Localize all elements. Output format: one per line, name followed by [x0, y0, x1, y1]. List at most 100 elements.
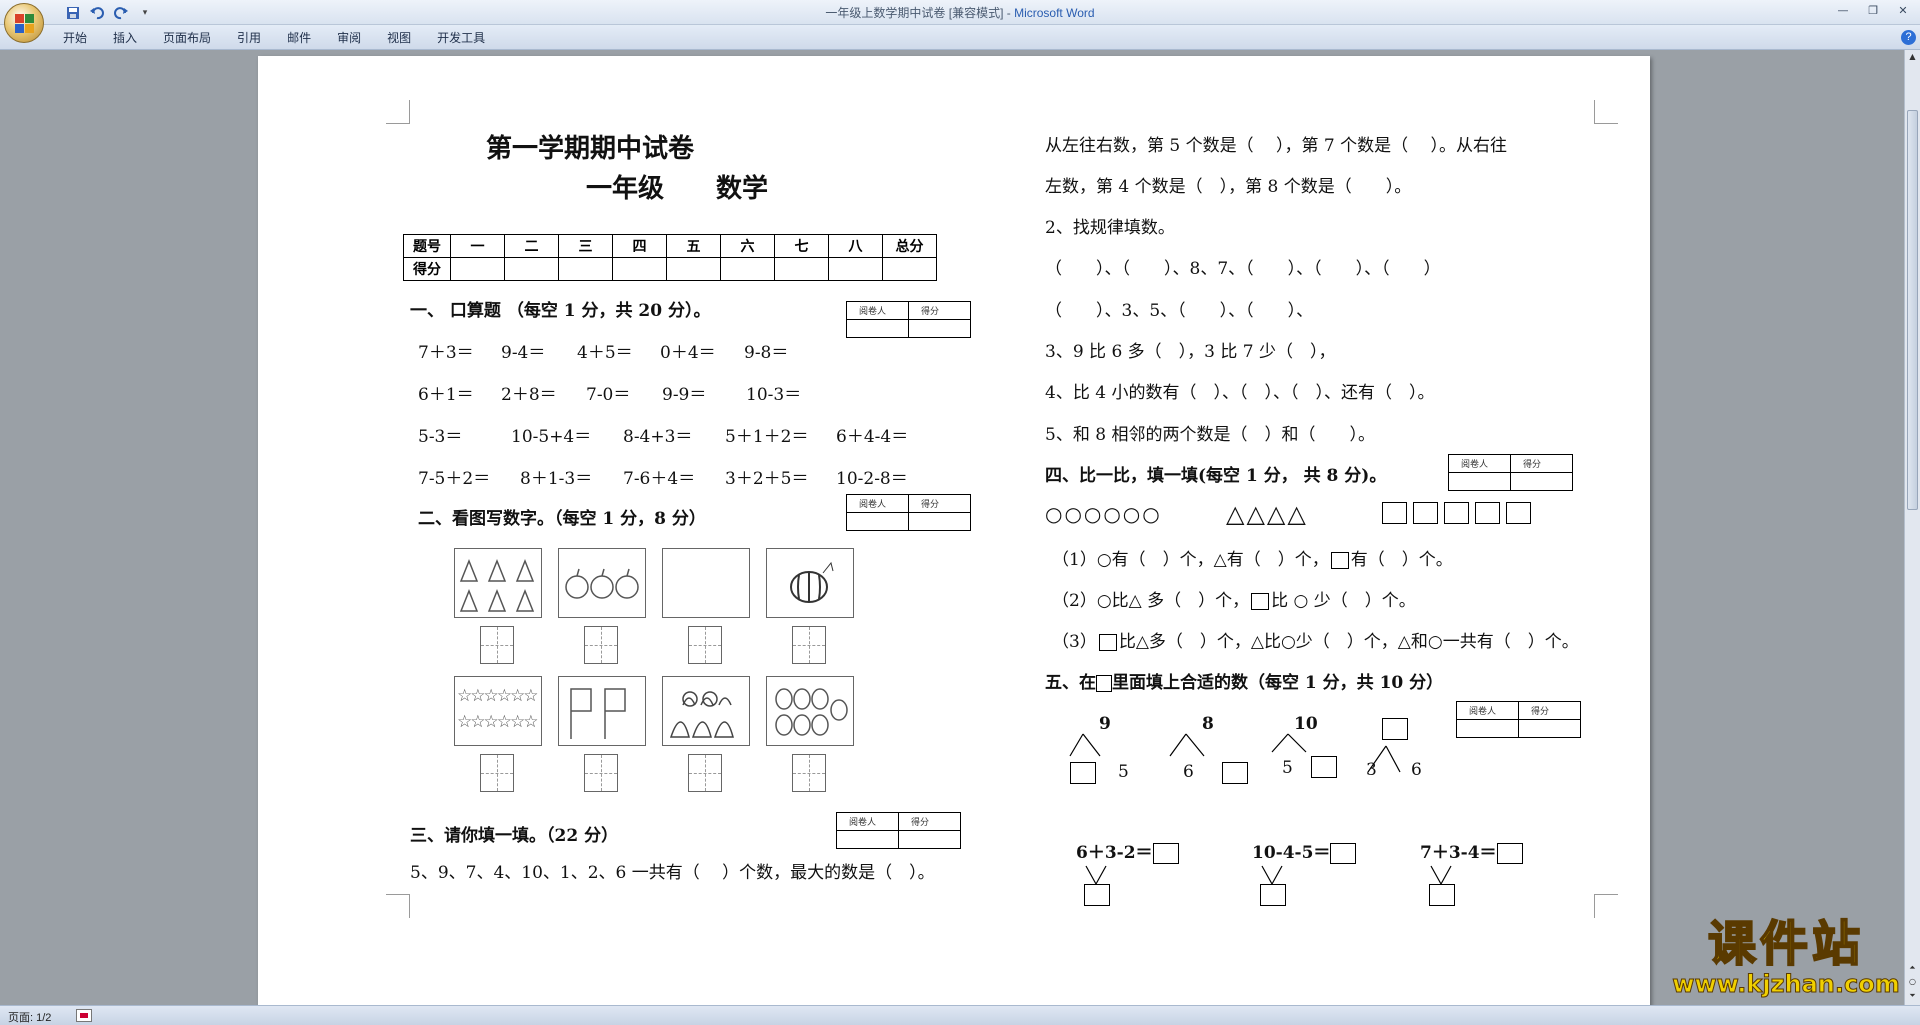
- answer-box[interactable]: [584, 754, 618, 792]
- score-cell[interactable]: [450, 257, 505, 281]
- grader-cell[interactable]: [1510, 472, 1573, 491]
- section1-heading: 一、 口算题 （每空 1 分，共 20 分）。: [410, 301, 711, 321]
- pattern-row: （ ）、3、5、（ ）、（ ）、: [1045, 301, 1314, 321]
- grader-label: 得分: [908, 301, 971, 320]
- tree-top: 9: [1099, 714, 1111, 734]
- tab-page-layout[interactable]: 页面布局: [150, 30, 224, 46]
- score-cell[interactable]: [612, 257, 667, 281]
- answer-box[interactable]: [1496, 843, 1523, 864]
- triangles-row: △△△△: [1226, 500, 1308, 528]
- answer-box[interactable]: [792, 754, 826, 792]
- tab-references[interactable]: 引用: [224, 30, 274, 46]
- square-icon: [1098, 634, 1117, 651]
- grader-label: 得分: [1518, 701, 1581, 720]
- grader-cell[interactable]: [1448, 472, 1511, 491]
- grader-cell[interactable]: [898, 830, 961, 849]
- score-cell[interactable]: [774, 257, 829, 281]
- arith-item: 0＋4＝: [660, 343, 716, 363]
- next-page-icon[interactable]: ⏷: [1906, 989, 1919, 1003]
- answer-box[interactable]: [480, 626, 514, 664]
- arith-item: 7-6＋4＝: [623, 469, 696, 489]
- grader-label: 阅卷人: [846, 494, 909, 513]
- score-cell[interactable]: [828, 257, 883, 281]
- answer-box[interactable]: [1222, 762, 1248, 784]
- compare-text: 比△多（ ）个，△比○少（ ）个，△和○一共有（ ）个。: [1118, 632, 1579, 652]
- answer-box[interactable]: [1070, 762, 1096, 784]
- answer-box[interactable]: [480, 754, 514, 792]
- score-cell[interactable]: [882, 257, 937, 281]
- score-cell[interactable]: [720, 257, 775, 281]
- arith-item: 5＋1＋2＝: [725, 427, 809, 447]
- status-bar: 页面: 1/2: [0, 1005, 1920, 1025]
- compare-text: （1）○有（ ）个，△有（ ）个，: [1052, 550, 1329, 570]
- vertical-scrollbar[interactable]: ▲ ⏶ ○ ⏷: [1904, 50, 1920, 1005]
- window-title: 一年级上数学期中试卷 [兼容模式] - Microsoft Word: [0, 4, 1920, 21]
- browse-object-icon[interactable]: ○: [1906, 975, 1919, 989]
- answer-box[interactable]: [1260, 884, 1286, 906]
- grader-box: 阅卷人 得分: [846, 301, 971, 338]
- score-cell[interactable]: [558, 257, 613, 281]
- answer-box[interactable]: [584, 626, 618, 664]
- prev-page-icon[interactable]: ⏶: [1906, 961, 1919, 975]
- tab-developer[interactable]: 开发工具: [424, 30, 498, 46]
- score-table-header-row: 题号 一 二 三 四 五 六 七 八 总分: [403, 234, 937, 258]
- score-cell: 三: [558, 234, 613, 258]
- tab-home[interactable]: 开始: [50, 30, 100, 46]
- help-icon[interactable]: ?: [1901, 30, 1916, 45]
- macro-record-icon[interactable]: [76, 1009, 92, 1022]
- grader-label: 阅卷人: [1448, 454, 1511, 473]
- tab-review[interactable]: 审阅: [324, 30, 374, 46]
- grader-cell[interactable]: [846, 512, 909, 531]
- answer-box[interactable]: [792, 626, 826, 664]
- ribbon: 开始 插入 页面布局 引用 邮件 审阅 视图 开发工具 ?: [0, 25, 1920, 50]
- answer-box[interactable]: [1311, 756, 1337, 778]
- answer-box[interactable]: [688, 754, 722, 792]
- grader-label: 得分: [908, 494, 971, 513]
- tab-mailings[interactable]: 邮件: [274, 30, 324, 46]
- close-icon[interactable]: ✕: [1892, 2, 1914, 18]
- arith-item: 6＋4-4＝: [836, 427, 909, 447]
- square-icon: [1096, 675, 1112, 692]
- answer-box[interactable]: [1429, 884, 1455, 906]
- exam-title: 第一学期期中试卷: [486, 134, 695, 164]
- watermelon-picture: [766, 548, 854, 618]
- tab-insert[interactable]: 插入: [100, 30, 150, 46]
- page-indicator[interactable]: 页面: 1/2: [8, 1009, 51, 1025]
- tree-leaf: 6: [1183, 762, 1194, 782]
- grader-cell[interactable]: [908, 319, 971, 338]
- watermark-logo: 课件站: [1707, 916, 1864, 972]
- score-cell[interactable]: [504, 257, 559, 281]
- minimize-icon[interactable]: —: [1832, 2, 1854, 18]
- score-cell: 六: [720, 234, 775, 258]
- score-cell: 五: [666, 234, 721, 258]
- grader-cell[interactable]: [1456, 719, 1519, 738]
- scroll-thumb[interactable]: [1907, 110, 1918, 510]
- score-cell: 得分: [403, 257, 451, 281]
- grader-cell[interactable]: [1518, 719, 1581, 738]
- grader-cell[interactable]: [836, 830, 899, 849]
- tree-leaf: 3: [1366, 760, 1377, 780]
- app-name: Microsoft Word: [1014, 6, 1095, 20]
- grader-cell[interactable]: [846, 319, 909, 338]
- office-button[interactable]: [4, 3, 44, 43]
- grader-label: 阅卷人: [846, 301, 909, 320]
- compare-text: 有（ ）个。: [1350, 550, 1453, 570]
- answer-box[interactable]: [1084, 884, 1110, 906]
- score-cell: 二: [504, 234, 559, 258]
- tab-view[interactable]: 视图: [374, 30, 424, 46]
- restore-icon[interactable]: ❐: [1862, 2, 1884, 18]
- score-cell: 一: [450, 234, 505, 258]
- flags-picture: [558, 676, 646, 746]
- section3-heading: 三、请你填一填。（22 分）: [410, 826, 619, 846]
- document-page[interactable]: 第一学期期中试卷 一年级 数学 题号 一 二 三 四 五 六 七 八 总分 得分…: [258, 56, 1650, 1006]
- square-icon: [1251, 593, 1270, 610]
- answer-box[interactable]: [688, 626, 722, 664]
- answer-box[interactable]: [1382, 718, 1408, 740]
- score-cell[interactable]: [666, 257, 721, 281]
- grader-cell[interactable]: [908, 512, 971, 531]
- peaches-picture: [662, 676, 750, 746]
- scroll-up-icon[interactable]: ▲: [1906, 50, 1919, 64]
- arith-item: 6＋1＝: [418, 385, 474, 405]
- compare-line-3: （3） 比△多（ ）个，△比○少（ ）个，△和○一共有（ ）个。: [1052, 627, 1579, 652]
- arith-item: 3＋2＋5＝: [725, 469, 809, 489]
